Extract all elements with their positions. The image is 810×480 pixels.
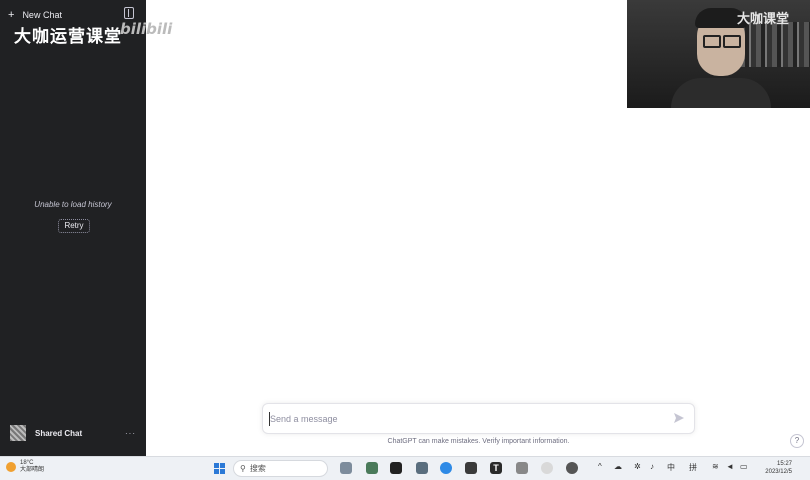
sidebar: + New Chat 大咖运营课堂 bilibili Unable to loa… — [0, 0, 172, 456]
history-error-text: Unable to load history — [34, 200, 112, 209]
weather-temp: 18°C — [20, 460, 34, 466]
app-icon-2[interactable] — [390, 462, 402, 474]
send-icon[interactable] — [673, 412, 685, 424]
bilibili-logo: bilibili — [120, 20, 173, 38]
retry-button[interactable]: Retry — [58, 219, 90, 233]
shared-chat-item[interactable]: Shared Chat ··· — [10, 424, 136, 442]
terminal-icon[interactable] — [465, 462, 477, 474]
weather-desc: 大部晴朗 — [20, 467, 45, 473]
webcam-watermark: 大咖课堂 — [737, 12, 790, 27]
bookshelf — [740, 22, 810, 67]
search-label: 搜索 — [249, 464, 266, 473]
clock-date: 2023/12/5 — [765, 469, 792, 475]
more-options-icon[interactable]: ··· — [125, 429, 136, 438]
sidebar-toggle-icon[interactable] — [124, 7, 134, 19]
app-icon-1[interactable] — [366, 462, 378, 474]
text-cursor — [269, 412, 270, 426]
chevron-up-icon[interactable]: ^ — [598, 462, 602, 471]
windows-taskbar: 18°C 大部晴朗 ⚲ 搜索 T ^ ☁ ✲ ♪ 中 拼 ≋ ◄ ▭ 15:27… — [0, 456, 810, 480]
new-chat-button[interactable]: + New Chat — [8, 7, 62, 23]
language-indicator[interactable]: 中 — [667, 462, 675, 473]
app-icon-5[interactable] — [566, 462, 578, 474]
avatar — [10, 425, 26, 441]
app-icon-3[interactable] — [416, 462, 428, 474]
search-icon: ⚲ — [240, 464, 246, 473]
message-input[interactable] — [270, 411, 650, 427]
glasses-right — [723, 35, 741, 48]
cloud-icon[interactable]: ☁ — [614, 462, 622, 471]
landscape-app-icon[interactable] — [340, 462, 352, 474]
clock-time: 15:27 — [776, 461, 792, 467]
glasses-left — [703, 35, 721, 48]
battery-icon[interactable]: ▭ — [740, 462, 748, 471]
person-shirt — [671, 78, 771, 108]
wifi-icon[interactable]: ≋ — [712, 462, 719, 471]
fan-icon[interactable]: ✲ — [634, 462, 641, 471]
ime-indicator[interactable]: 拼 — [689, 462, 697, 473]
new-chat-label: New Chat — [22, 10, 62, 20]
weather-widget[interactable]: 18°C 大部晴朗 — [6, 460, 44, 474]
mic-icon[interactable]: ♪ — [650, 462, 654, 471]
plus-icon: + — [8, 8, 15, 21]
sun-icon — [6, 462, 16, 472]
shared-chat-label: Shared Chat — [35, 428, 83, 438]
webcam-overlay: 大咖课堂 — [627, 0, 810, 108]
app-icon-4[interactable] — [516, 462, 528, 474]
system-clock[interactable]: 15:27 2023/12/5 — [752, 460, 792, 476]
volume-icon[interactable]: ◄ — [726, 462, 734, 471]
help-button[interactable]: ? — [790, 434, 804, 448]
edge-browser-icon[interactable] — [440, 462, 452, 474]
typora-icon[interactable]: T — [490, 462, 502, 474]
windows-start-icon[interactable] — [214, 463, 225, 474]
chrome-icon[interactable] — [541, 462, 553, 474]
message-composer — [262, 403, 695, 434]
disclaimer-text: ChatGPT can make mistakes. Verify import… — [387, 438, 570, 445]
channel-watermark: 大咖运营课堂 — [14, 27, 122, 47]
taskbar-search[interactable]: ⚲ 搜索 — [233, 460, 328, 477]
